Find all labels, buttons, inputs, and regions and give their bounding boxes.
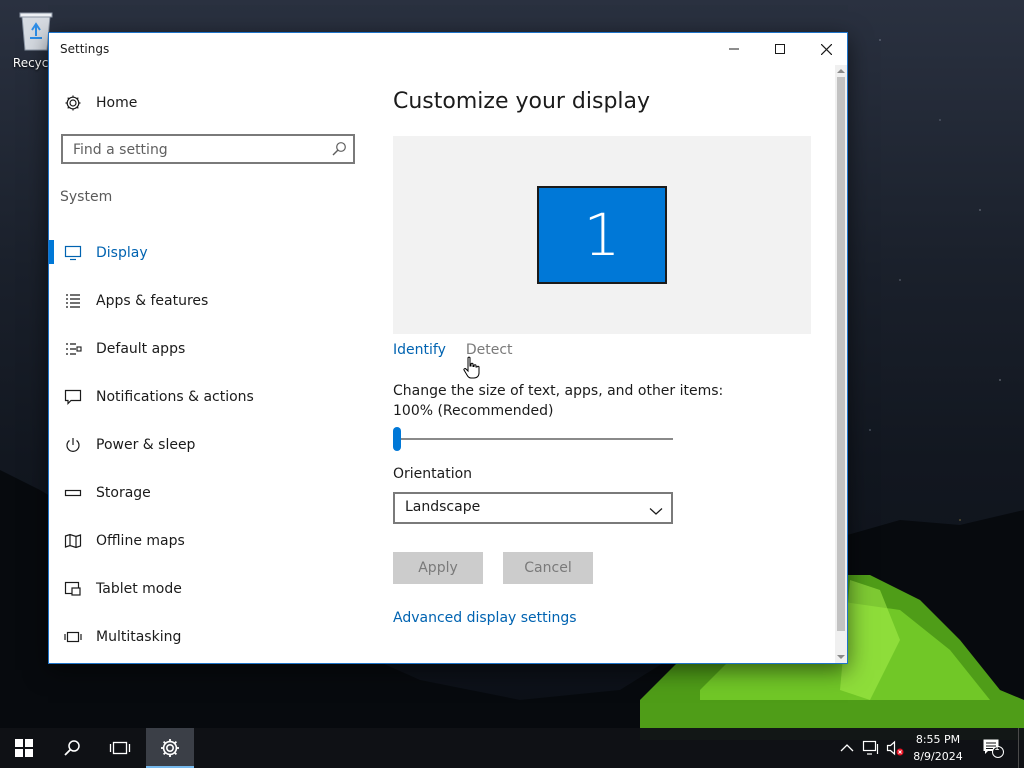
hand-cursor-icon: [462, 356, 480, 380]
volume-muted-icon[interactable]: [886, 739, 904, 757]
sidebar-item-label: Apps & features: [96, 293, 209, 309]
sidebar-nav: Display Apps & features Default apps Not…: [49, 229, 367, 661]
slider-track: [393, 438, 673, 440]
monitor-icon: [63, 243, 83, 263]
sidebar-item-default-apps[interactable]: Default apps: [49, 325, 367, 373]
sidebar: Home System Display: [49, 65, 367, 663]
sidebar-item-notifications[interactable]: Notifications & actions: [49, 373, 367, 421]
start-button[interactable]: [0, 728, 48, 768]
content-pane: Customize your display 1 Identify Detect…: [367, 65, 835, 663]
scrollbar-thumb[interactable]: [837, 77, 845, 631]
display-actions: Identify Detect: [393, 342, 513, 358]
page-title: Customize your display: [393, 89, 651, 114]
active-indicator: [49, 240, 54, 264]
taskbar-search-button[interactable]: [48, 728, 96, 768]
sidebar-item-label: Display: [96, 245, 148, 261]
advanced-display-settings-link[interactable]: Advanced display settings: [393, 610, 577, 626]
sidebar-item-multitasking[interactable]: Multitasking: [49, 613, 367, 661]
close-icon: [820, 43, 832, 55]
identify-link[interactable]: Identify: [393, 342, 446, 358]
sidebar-home-label: Home: [96, 95, 138, 111]
sidebar-item-label: Storage: [96, 485, 151, 501]
chevron-up-icon[interactable]: [838, 739, 856, 757]
scale-slider[interactable]: [393, 427, 673, 451]
monitor-tile[interactable]: 1: [537, 186, 667, 284]
list-icon: [63, 291, 83, 311]
sidebar-item-power-sleep[interactable]: Power & sleep: [49, 421, 367, 469]
settings-window: Settings Home Find a setting System Disp…: [48, 32, 848, 664]
close-button[interactable]: [803, 33, 847, 65]
task-view-button[interactable]: [96, 728, 144, 768]
sidebar-item-label: Power & sleep: [96, 437, 196, 453]
sidebar-home[interactable]: Home: [63, 91, 137, 115]
orientation-dropdown[interactable]: Landscape: [393, 492, 673, 524]
sidebar-item-label: Default apps: [96, 341, 186, 357]
display-arrangement-preview: 1: [393, 136, 811, 334]
task-view-icon: [109, 741, 131, 755]
scroll-up-icon[interactable]: [835, 65, 847, 77]
sidebar-item-apps-features[interactable]: Apps & features: [49, 277, 367, 325]
taskbar-settings-app[interactable]: [146, 728, 194, 768]
clock-time: 8:55 PM: [915, 733, 961, 746]
sidebar-item-tablet-mode[interactable]: Tablet mode: [49, 565, 367, 613]
action-center-button[interactable]: 1: [978, 728, 1008, 768]
search-input[interactable]: [71, 139, 325, 161]
chevron-down-icon: [649, 502, 663, 515]
sidebar-item-offline-maps[interactable]: Offline maps: [49, 517, 367, 565]
network-icon[interactable]: [862, 739, 880, 757]
drive-icon: [63, 483, 83, 503]
scrollbar[interactable]: [835, 65, 847, 663]
map-icon: [63, 531, 83, 551]
taskbar: 8:55 PM 8/9/2024 1: [0, 728, 1024, 768]
maximize-icon: [775, 44, 785, 54]
sidebar-item-label: Multitasking: [96, 629, 182, 645]
maximize-button[interactable]: [757, 33, 803, 65]
sidebar-item-label: Offline maps: [96, 533, 185, 549]
search-icon[interactable]: [331, 141, 347, 157]
taskbar-clock[interactable]: 8:55 PM 8/9/2024: [906, 731, 970, 765]
tablet-icon: [63, 579, 83, 599]
section-label-system: System: [60, 189, 113, 205]
sidebar-item-storage[interactable]: Storage: [49, 469, 367, 517]
apply-button[interactable]: Apply: [393, 552, 483, 584]
message-icon: [63, 387, 83, 407]
gear-icon: [161, 739, 179, 757]
show-desktop-button[interactable]: [1018, 728, 1019, 768]
search-icon: [64, 740, 80, 756]
notification-count: 1: [994, 743, 1000, 753]
power-icon: [63, 435, 83, 455]
windows-logo-icon: [15, 739, 33, 757]
sidebar-item-display[interactable]: Display: [49, 229, 367, 277]
sidebar-item-label: Notifications & actions: [96, 389, 254, 405]
sidebar-item-label: Tablet mode: [96, 581, 182, 597]
clock-date: 8/9/2024: [913, 750, 963, 763]
slider-thumb[interactable]: [393, 427, 401, 451]
minimize-icon: [729, 48, 739, 50]
title-bar[interactable]: Settings: [49, 33, 847, 65]
default-apps-icon: [63, 339, 83, 359]
minimize-button[interactable]: [711, 33, 757, 65]
cancel-button[interactable]: Cancel: [503, 552, 593, 584]
gear-icon: [63, 93, 83, 113]
scale-label: Change the size of text, apps, and other…: [393, 383, 724, 419]
scroll-down-icon[interactable]: [835, 651, 847, 663]
search-box[interactable]: [61, 134, 355, 164]
orientation-value: Landscape: [405, 499, 481, 515]
multitasking-icon: [63, 627, 83, 647]
window-title: Settings: [60, 42, 110, 56]
orientation-label: Orientation: [393, 466, 473, 482]
